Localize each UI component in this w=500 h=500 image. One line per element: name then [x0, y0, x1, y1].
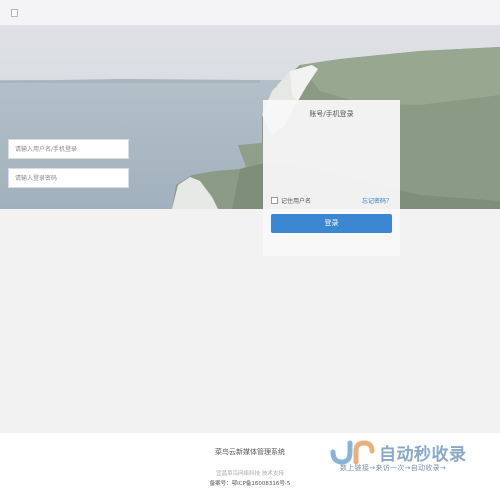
- watermark-slogan: 数上链接→来访一次→自动收录→: [340, 464, 447, 472]
- remember-checkbox[interactable]: [271, 197, 278, 204]
- forgot-password-link[interactable]: 忘记密码？: [362, 196, 392, 205]
- remember-username[interactable]: 记住用户名: [271, 196, 311, 205]
- password-input[interactable]: [8, 168, 129, 188]
- page-background: [0, 209, 500, 433]
- broken-image-icon: [11, 9, 18, 17]
- watermark-brand: 自动秒收录: [379, 445, 467, 465]
- watermark: 自动秒收录 数上链接→来访一次→自动收录→: [329, 432, 483, 482]
- remember-label: 记住用户名: [281, 198, 312, 205]
- watermark-logo-icon: [330, 440, 375, 465]
- top-bar: [0, 0, 500, 25]
- login-button[interactable]: 登录: [271, 214, 392, 233]
- username-input[interactable]: [8, 139, 129, 159]
- login-title: 账号/手机登录: [309, 110, 354, 118]
